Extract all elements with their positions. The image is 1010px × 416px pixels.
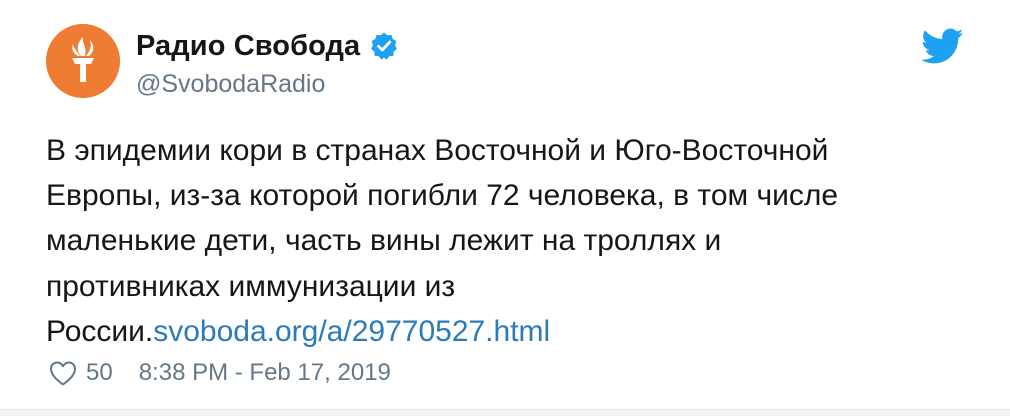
author-handle[interactable]: @SvobodaRadio	[136, 70, 325, 99]
tweet-text-line: маленькие дети, часть вины лежит на трол…	[46, 224, 722, 258]
verified-badge-icon	[369, 31, 399, 61]
tweet-text-line: Европы, из-за которой погибли 72 человек…	[46, 179, 839, 213]
like-count: 50	[86, 359, 113, 386]
avatar[interactable]	[46, 24, 120, 98]
tweet-text-line: противниках иммунизации из	[46, 269, 456, 303]
article-link[interactable]: svoboda.org/a/29770527.html	[153, 315, 550, 348]
tweet-meta-row: 50 8:38 PM - Feb 17, 2019	[48, 356, 391, 390]
tweet-text-line: В эпидемии кори в странах Восточной и Юг…	[46, 134, 829, 167]
author-name-row: Радио Свобода	[136, 28, 399, 64]
tweet-text-line: России.	[46, 314, 154, 348]
tweet-text-last-line: России.svoboda.org/a/29770527.html	[46, 309, 956, 354]
like-heart-icon[interactable]	[48, 359, 78, 387]
tweet-timestamp[interactable]: 8:38 PM - Feb 17, 2019	[139, 359, 391, 387]
tweet-text: В эпидемии кори в странах Восточной и Юг…	[46, 128, 956, 354]
rfe-rl-torch-logo-icon	[46, 24, 120, 98]
author-display-name[interactable]: Радио Свобода	[136, 30, 360, 63]
twitter-bird-icon[interactable]	[922, 28, 964, 64]
tweet-card: Радио Свобода @SvobodaRadio В эпидемии к…	[0, 0, 1010, 416]
